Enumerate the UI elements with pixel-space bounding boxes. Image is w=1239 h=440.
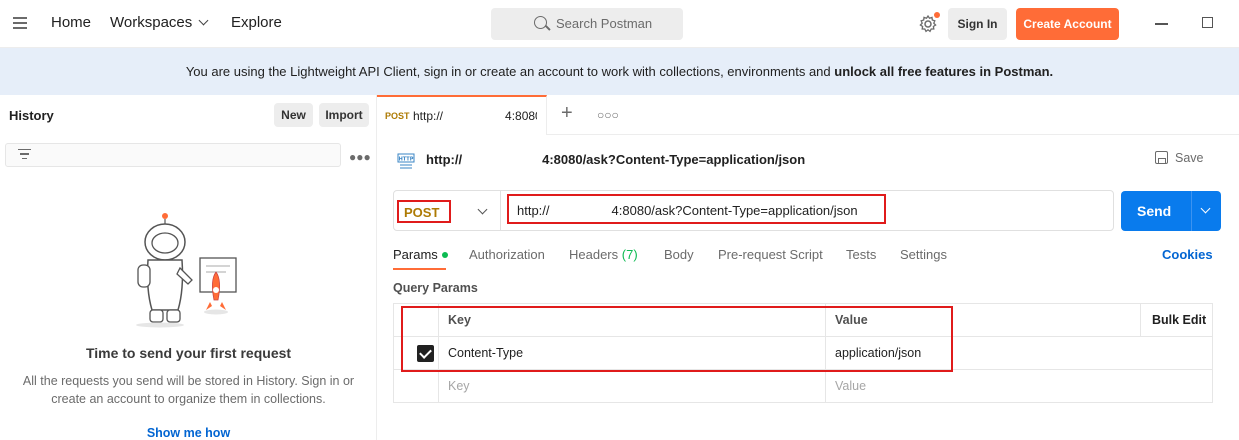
save-button[interactable]: Save <box>1155 151 1204 165</box>
history-filter-input[interactable] <box>5 143 341 167</box>
request-tab-bar: POST http:// 4:8080 + ○○○ <box>377 95 1239 135</box>
show-me-how-link[interactable]: Show me how <box>0 426 377 440</box>
tab-settings[interactable]: Settings <box>900 247 947 262</box>
tab-authorization[interactable]: Authorization <box>469 247 545 262</box>
table-row-empty: Key Value <box>394 370 1212 402</box>
new-tab-plus-icon[interactable]: + <box>561 103 573 123</box>
tab-params[interactable]: Params <box>393 247 448 262</box>
tab-url: http:// 4:8080 <box>413 109 537 123</box>
new-key-input[interactable]: Key <box>439 370 826 402</box>
tab-url-prefix: http:// <box>413 109 444 123</box>
chevron-down-icon <box>477 204 488 215</box>
chevron-down-icon <box>198 15 209 26</box>
search-box[interactable]: Search Postman <box>491 8 683 40</box>
request-name[interactable]: http:// 4:8080/ask?Content-Type=applicati… <box>426 152 805 167</box>
tab-method: POST <box>385 111 410 121</box>
chevron-down-icon[interactable] <box>1200 203 1211 214</box>
info-banner: You are using the Lightweight API Client… <box>0 48 1239 95</box>
create-account-button[interactable]: Create Account <box>1016 8 1119 40</box>
tab-headers[interactable]: Headers (7) <box>569 247 638 262</box>
menu-icon[interactable] <box>13 17 27 29</box>
svg-text:HTTP: HTTP <box>399 157 414 163</box>
send-label: Send <box>1137 203 1172 219</box>
annotation-box-url <box>507 194 886 224</box>
cookies-link[interactable]: Cookies <box>1162 247 1213 262</box>
bulk-edit-button[interactable]: Bulk Edit <box>1152 313 1206 327</box>
send-button[interactable]: Send <box>1121 191 1221 231</box>
nav-workspaces[interactable]: Workspaces <box>110 14 209 31</box>
params-active-dot <box>441 252 448 258</box>
maximize-icon[interactable] <box>1202 17 1213 28</box>
empty-state-title: Time to send your first request <box>85 345 292 361</box>
minimize-icon[interactable] <box>1155 23 1168 25</box>
save-label: Save <box>1175 151 1204 165</box>
annotation-box-method <box>397 200 451 223</box>
active-tab-underline <box>393 268 446 270</box>
notification-dot <box>934 12 940 18</box>
search-icon <box>534 16 547 29</box>
save-icon <box>1155 151 1168 164</box>
sidebar-title: History <box>9 108 54 123</box>
tab-headers-label: Headers <box>569 247 619 262</box>
headers-count: (7) <box>621 247 638 262</box>
nav-explore[interactable]: Explore <box>231 14 282 31</box>
empty-check-cell <box>394 370 439 402</box>
request-name-prefix: http:// <box>426 152 463 167</box>
tab-url-suffix: 4:8080 <box>505 109 537 123</box>
tab-pre-request-script[interactable]: Pre-request Script <box>718 247 823 262</box>
key-placeholder: Key <box>448 379 470 393</box>
empty-state-description: All the requests you send will be stored… <box>22 374 355 406</box>
bulk-edit-cell: Bulk Edit <box>1140 304 1212 336</box>
query-params-title: Query Params <box>393 281 478 295</box>
sign-in-button[interactable]: Sign In <box>948 8 1007 40</box>
import-button[interactable]: Import <box>319 103 369 127</box>
tab-tests[interactable]: Tests <box>846 247 876 262</box>
history-sidebar: History New Import ●●● Time to send your… <box>0 95 377 440</box>
nav-home[interactable]: Home <box>51 14 91 31</box>
send-divider <box>1191 191 1192 231</box>
http-request-icon: HTTP <box>397 153 415 169</box>
banner-text: You are using the Lightweight API Client… <box>185 64 835 79</box>
request-name-suffix: 4:8080/ask?Content-Type=application/json <box>542 152 806 167</box>
value-placeholder: Value <box>835 379 867 393</box>
annotation-box-params <box>401 306 953 372</box>
search-placeholder: Search Postman <box>556 16 653 31</box>
banner-bold-text: unlock all free features in Postman. <box>834 64 1054 79</box>
tab-body[interactable]: Body <box>664 247 694 262</box>
astronaut-illustration <box>136 213 237 328</box>
new-button[interactable]: New <box>274 103 313 127</box>
more-options-icon[interactable]: ●●● <box>349 150 371 164</box>
request-tab[interactable]: POST http:// 4:8080 <box>377 95 547 135</box>
tab-more-options-icon[interactable]: ○○○ <box>597 108 619 122</box>
filter-icon <box>18 149 31 161</box>
tab-params-label: Params <box>393 247 438 262</box>
new-value-input[interactable]: Value <box>826 370 1140 402</box>
top-bar: Home Workspaces Explore Search Postman S… <box>0 0 1239 48</box>
nav-workspaces-label: Workspaces <box>110 14 193 31</box>
